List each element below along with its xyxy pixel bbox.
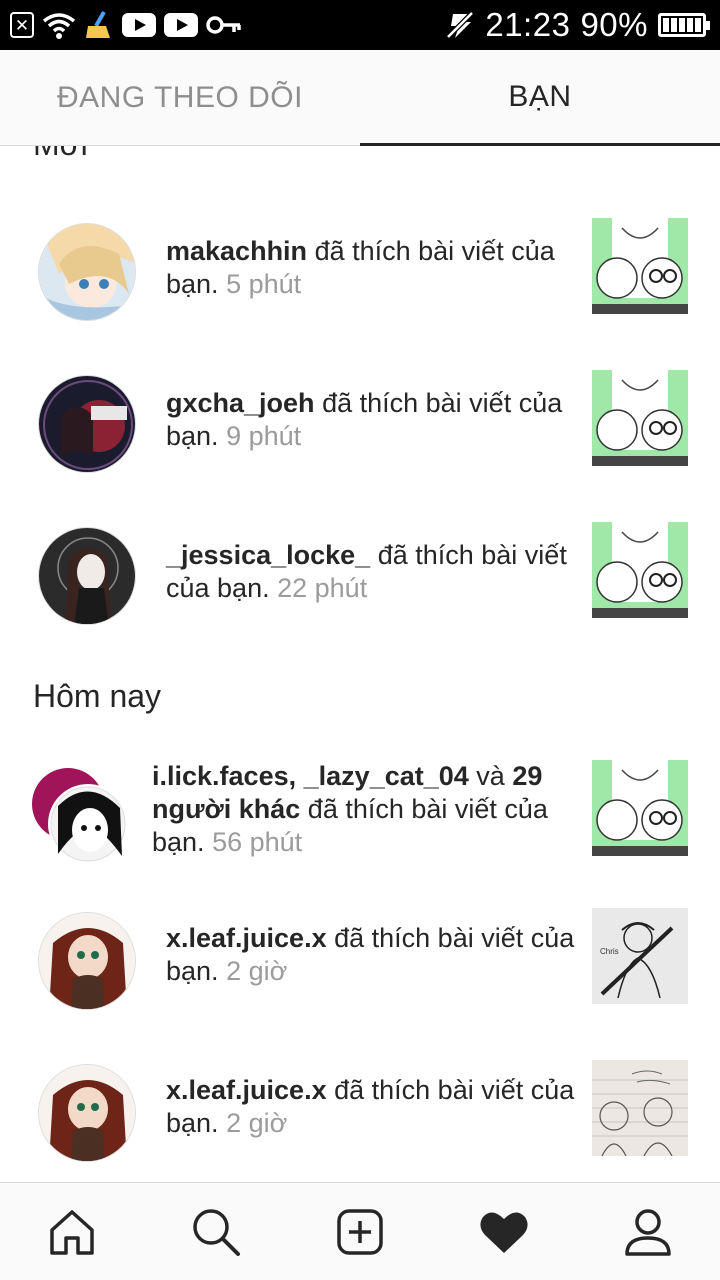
bottom-navigation [0,1182,720,1280]
post-thumbnail[interactable] [592,760,688,856]
x_leaf_juice_x-avatar-image [39,1065,135,1161]
group-avatar-image [32,768,128,864]
battery-text: 90% [580,6,648,43]
notification-text: makachhin đã thích bài viết của bạn. 5 p… [166,235,576,301]
post-thumbnail-image [592,370,688,466]
list-item[interactable]: _jessica_locke_ đã thích bài viết của bạ… [0,522,720,647]
notification-text: i.lick.faces, _lazy_cat_04 và 29 người k… [152,760,572,859]
status-icons-right: 21:23 90% [445,0,710,50]
clock-text: 21:23 [485,6,571,43]
username[interactable]: i.lick.faces [152,761,289,791]
username[interactable]: _lazy_cat_04 [304,761,469,791]
list-item[interactable]: x.leaf.juice.x đã thích bài viết của bạn… [0,1060,720,1182]
post-thumbnail[interactable] [592,522,688,618]
makachhin-avatar-image [39,224,135,320]
post-thumbnail-image [592,522,688,618]
nav-activity[interactable] [432,1183,576,1280]
status-icons-left: ✕ [10,8,242,42]
list-item[interactable]: gxcha_joeh đã thích bài viết của bạn. 9 … [0,370,720,495]
tab-following[interactable]: ĐANG THEO DÕI [0,50,360,146]
post-thumbnail-image [592,218,688,314]
list-item[interactable]: i.lick.faces, _lazy_cat_04 và 29 người k… [0,760,720,886]
username[interactable]: makachhin [166,236,307,266]
section-header-new: Mới [33,146,88,163]
close-notification-icon: ✕ [10,12,34,38]
notification-text: _jessica_locke_ đã thích bài viết của bạ… [166,539,576,605]
avatar[interactable] [38,375,136,473]
nav-profile[interactable] [576,1183,720,1280]
status-bar: ✕ 21:23 90% [0,0,720,50]
avatar[interactable] [38,223,136,321]
youtube-icon [164,13,198,37]
activity-heart-icon [480,1212,528,1253]
notification-time: 56 phút [212,827,303,857]
nav-search[interactable] [144,1183,288,1280]
post-thumbnail[interactable] [592,370,688,466]
key-icon [206,16,241,34]
nav-new-post[interactable] [288,1183,432,1280]
notebook-thumbnail-image [592,1060,688,1156]
notification-text: x.leaf.juice.x đã thích bài viết của bạn… [166,922,576,988]
gxcha_joeh-avatar-image [39,376,135,472]
home-icon [50,1210,94,1255]
list-item[interactable]: x.leaf.juice.x đã thích bài viết của bạn… [0,908,720,1032]
post-thumbnail[interactable] [592,218,688,314]
notification-text: gxcha_joeh đã thích bài viết của bạn. 9 … [166,387,576,453]
notification-time: 2 giờ [226,1108,288,1138]
notification-time: 9 phút [226,421,302,451]
separator: , [288,761,297,791]
sketch-thumbnail[interactable]: Chris [592,908,688,1004]
post-thumbnail-image [592,760,688,856]
username[interactable]: x.leaf.juice.x [166,923,327,953]
sketch-thumbnail-image: Chris [592,908,688,1004]
notification-time: 2 giờ [226,956,288,986]
joiner-text: và [476,761,505,791]
notification-text: x.leaf.juice.x đã thích bài viết của bạn… [166,1074,576,1140]
search-icon [193,1209,240,1256]
avatar[interactable] [38,527,136,625]
notification-time: 22 phút [277,573,368,603]
username[interactable]: _jessica_locke_ [166,540,370,570]
battery-icon [658,13,710,37]
username[interactable]: x.leaf.juice.x [166,1075,327,1105]
activity-feed[interactable]: Mới makachhin đã thích bài viết của bạn.… [0,146,720,1182]
notebook-thumbnail[interactable] [592,1060,688,1156]
profile-icon [625,1209,671,1256]
nav-home[interactable] [0,1183,144,1280]
username[interactable]: gxcha_joeh [166,388,315,418]
list-item[interactable]: makachhin đã thích bài viết của bạn. 5 p… [0,218,720,343]
section-header-today: Hôm nay [33,678,162,714]
jessica_locke-avatar-image [39,528,135,624]
avatar[interactable] [38,1064,136,1162]
group-avatar[interactable] [30,766,130,866]
youtube-icon [122,13,156,37]
avatar[interactable] [38,912,136,1010]
x_leaf_juice_x-avatar-image [39,913,135,1009]
mute-icon [446,11,475,39]
activity-tabs: ĐANG THEO DÕI BẠN [0,50,720,146]
new-post-icon [337,1209,383,1255]
tab-you[interactable]: BẠN [360,50,720,146]
wifi-icon [42,13,76,39]
cleaner-icon [86,11,110,38]
notification-time: 5 phút [226,269,302,299]
svg-text:Chris: Chris [600,947,619,956]
